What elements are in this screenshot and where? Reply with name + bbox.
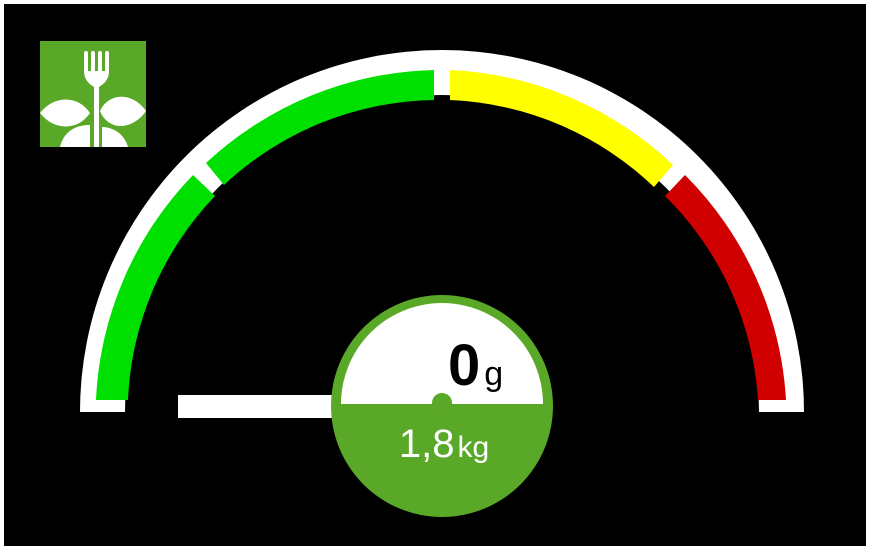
total-unit: kg — [457, 431, 490, 464]
total-weight: 1,8 kg — [340, 422, 548, 467]
total-value: 1,8 — [398, 422, 455, 466]
gauge-needle — [178, 395, 338, 418]
weight-unit: g — [484, 355, 504, 393]
fork-leaves-icon — [40, 41, 146, 147]
weight-value: 0 — [448, 333, 481, 398]
current-weight: 0g — [448, 332, 558, 399]
